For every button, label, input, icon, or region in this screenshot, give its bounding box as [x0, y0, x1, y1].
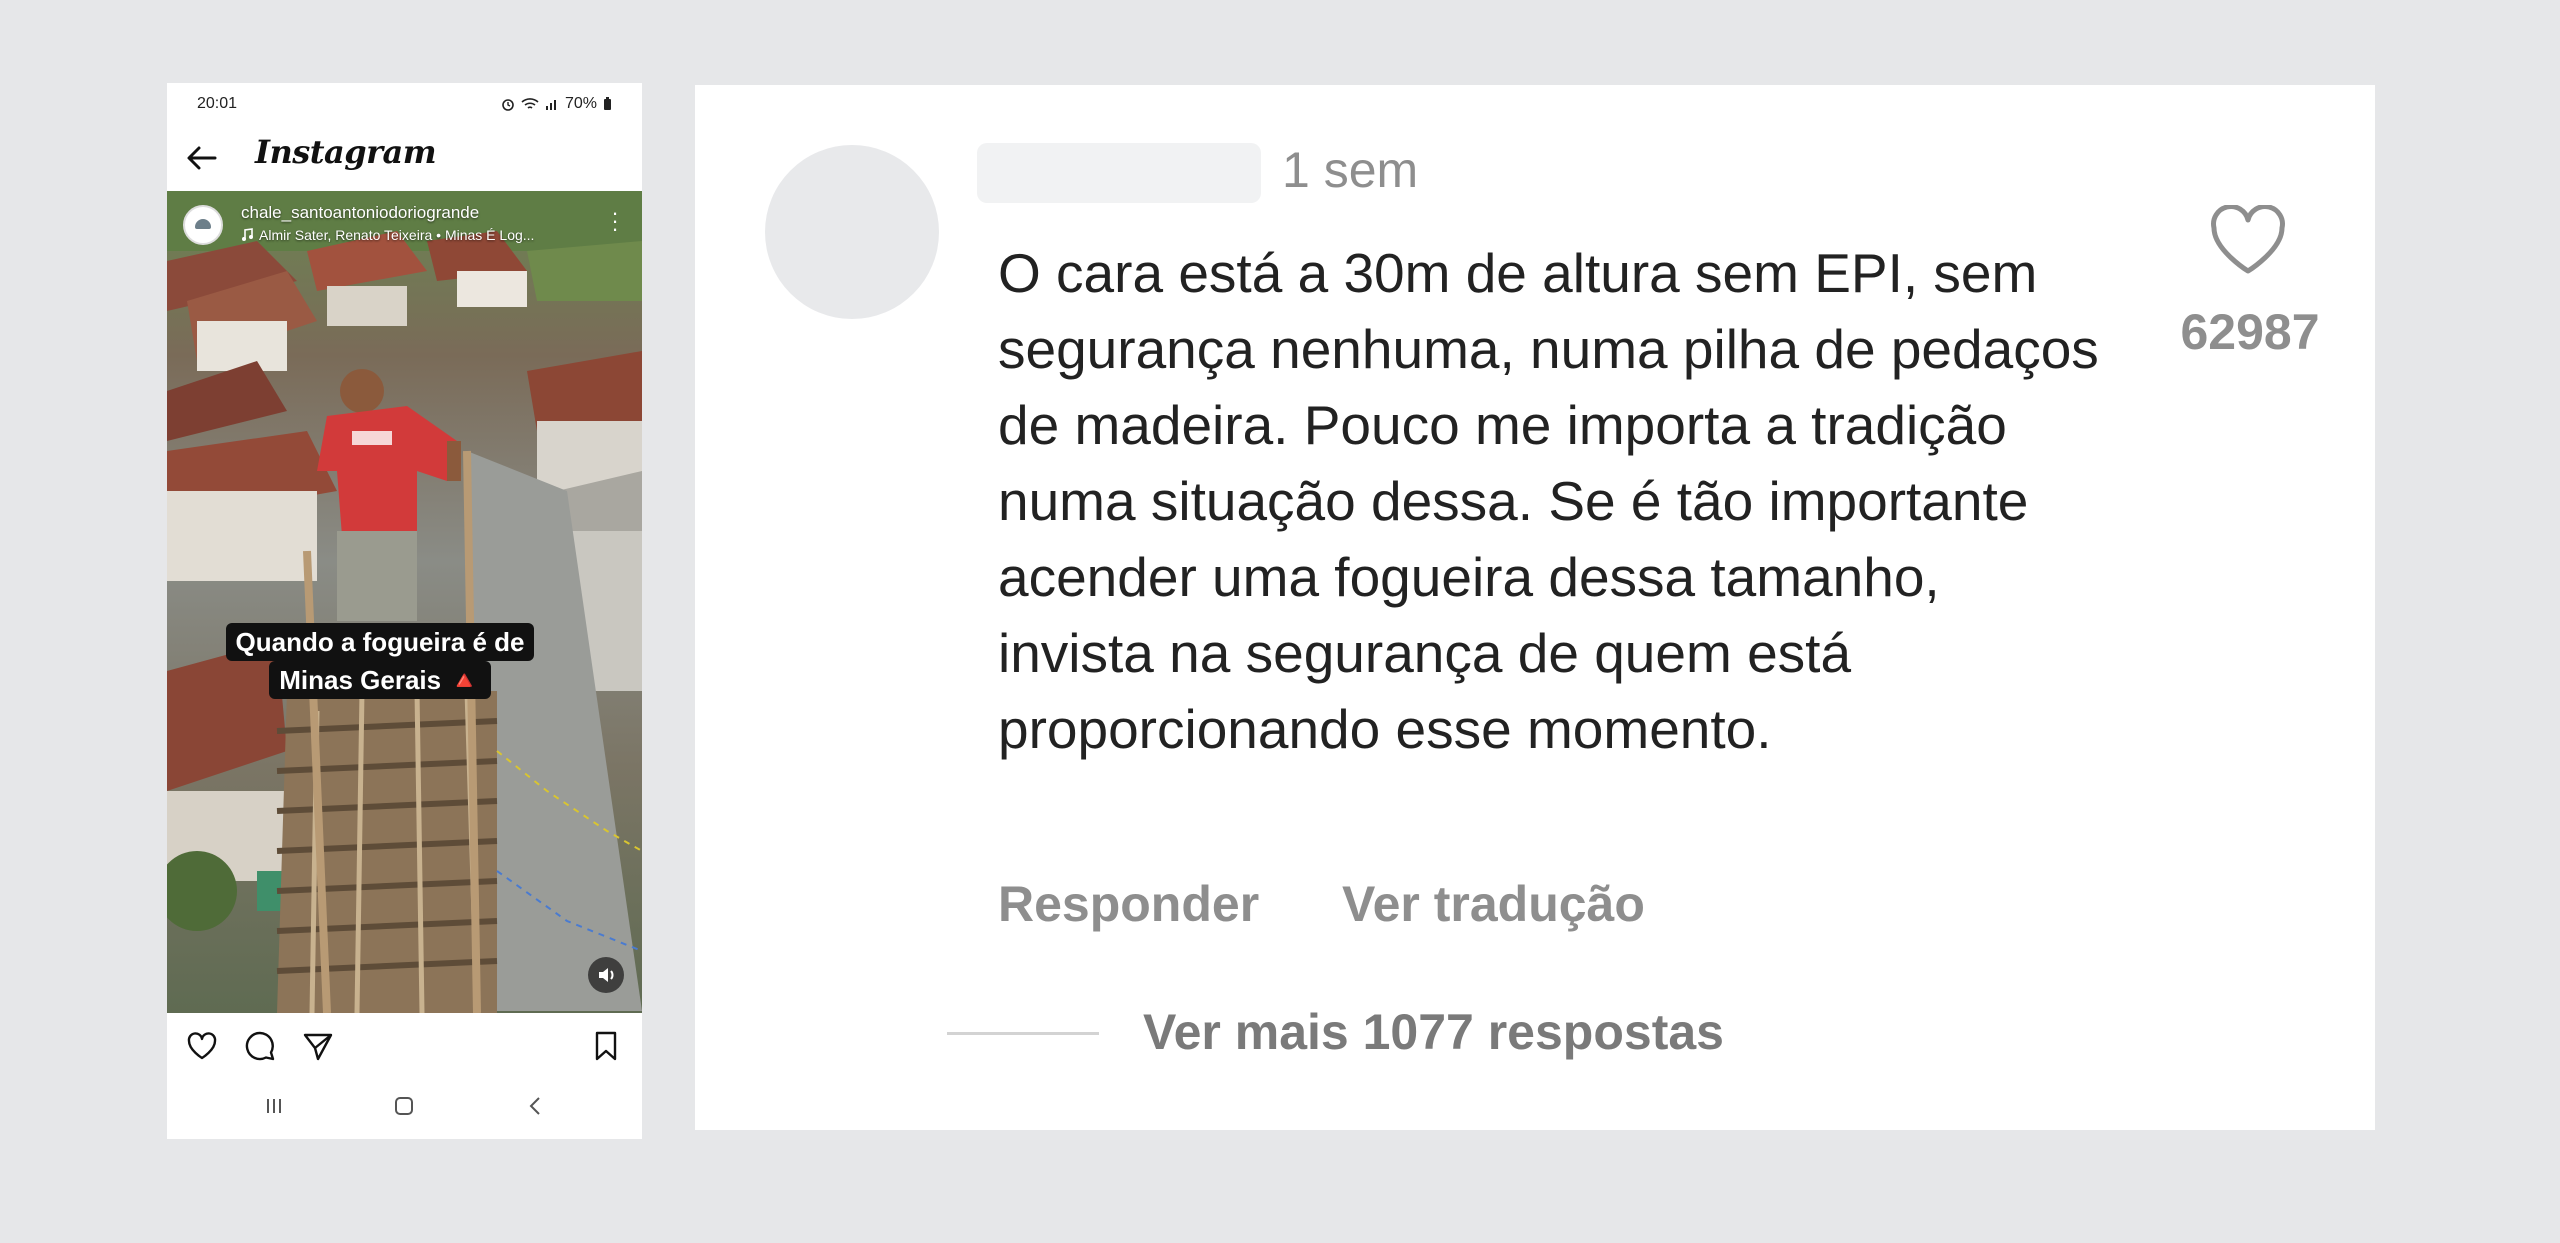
- battery-percent: 70%: [564, 95, 597, 112]
- view-more-replies-button[interactable]: Ver mais 1077 respostas: [1143, 1003, 1724, 1061]
- back-nav-icon[interactable]: [521, 1091, 551, 1121]
- instagram-header: Instagram: [167, 121, 642, 191]
- post-username[interactable]: chale_santoantoniodoriogrande: [241, 203, 479, 223]
- video-frame-image: [167, 191, 642, 1013]
- comment-text: O cara está a 30m de altura sem EPI, sem…: [998, 242, 2099, 760]
- music-label: Almir Sater, Renato Teixeira • Minas É L…: [259, 227, 535, 243]
- status-time: 20:01: [197, 95, 238, 112]
- wifi-icon: [521, 98, 539, 109]
- bookmark-icon[interactable]: [589, 1029, 623, 1063]
- recent-apps-icon[interactable]: [259, 1091, 289, 1121]
- post-music[interactable]: Almir Sater, Renato Teixeira • Minas É L…: [241, 227, 601, 243]
- comment-icon[interactable]: [243, 1029, 277, 1063]
- status-icons: 70%: [501, 95, 612, 113]
- home-icon[interactable]: [389, 1091, 419, 1121]
- battery-icon: [604, 97, 611, 110]
- send-icon[interactable]: [301, 1029, 335, 1063]
- reply-button[interactable]: Responder: [998, 875, 1259, 933]
- heart-icon[interactable]: [2208, 205, 2288, 277]
- speaker-icon[interactable]: [588, 957, 624, 993]
- android-nav-bar: [167, 1073, 642, 1139]
- commenter-username-redacted: [977, 143, 1261, 203]
- commenter-avatar[interactable]: [765, 145, 939, 319]
- arrow-left-icon[interactable]: [185, 143, 219, 173]
- signal-icon: [545, 100, 556, 110]
- reel-video[interactable]: chale_santoantoniodoriogrande Almir Sate…: [167, 191, 642, 1013]
- see-translation-button[interactable]: Ver tradução: [1342, 875, 1645, 933]
- account-avatar[interactable]: [183, 205, 223, 245]
- post-actions: [167, 1013, 642, 1073]
- instagram-logo: Instagram: [255, 133, 437, 171]
- video-caption: Quando a fogueira é de Minas Gerais 🔺: [225, 623, 535, 699]
- comment-card: 1 sem O cara está a 30m de altura sem EP…: [695, 85, 2375, 1130]
- comment-time: 1 sem: [1282, 142, 1419, 198]
- heart-icon[interactable]: [185, 1029, 219, 1063]
- like-count: 62987: [2180, 304, 2320, 360]
- more-vertical-icon[interactable]: · · ·: [610, 202, 620, 240]
- music-note-icon: [242, 228, 253, 241]
- caption-line-1: Quando a fogueira é de: [225, 623, 535, 661]
- replies-divider: [947, 1032, 1099, 1035]
- phone-screenshot: 20:01 70% Instagram chale_santoantoniodo…: [167, 83, 642, 1139]
- caption-line-2: Minas Gerais 🔺: [269, 661, 491, 699]
- alarm-icon: [502, 99, 514, 111]
- status-bar: 20:01 70%: [167, 83, 642, 121]
